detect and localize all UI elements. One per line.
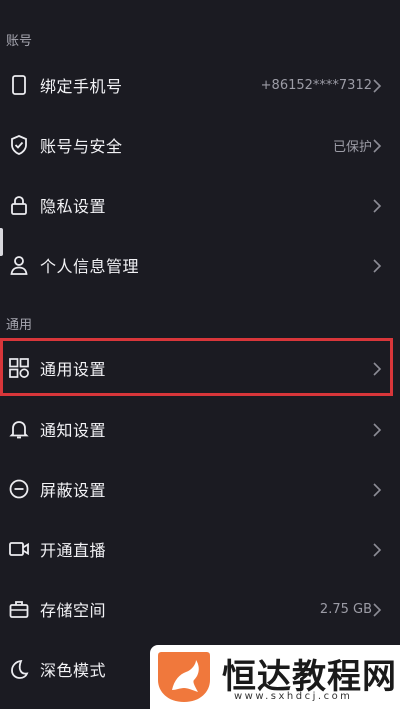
block-minus-icon xyxy=(8,478,30,500)
chevron-right-icon xyxy=(372,138,382,153)
phone-icon xyxy=(8,74,30,96)
row-label: 存储空间 xyxy=(40,601,107,620)
bell-icon xyxy=(8,418,30,440)
briefcase-icon xyxy=(8,598,30,620)
row-bind-phone[interactable]: 绑定手机号 +86152****7312 xyxy=(0,55,400,115)
row-label: 隐私设置 xyxy=(40,197,107,216)
brand-logo-icon xyxy=(156,650,212,704)
apps-grid-icon xyxy=(8,357,30,379)
video-camera-icon xyxy=(8,538,30,560)
lock-icon xyxy=(8,194,30,216)
row-personal-info[interactable]: 个人信息管理 xyxy=(0,235,400,295)
row-storage[interactable]: 存储空间 2.75 GB xyxy=(0,579,400,639)
row-account-security[interactable]: 账号与安全 已保护 xyxy=(0,115,400,175)
row-label: 绑定手机号 xyxy=(40,77,123,96)
storage-size-value: 2.75 GB xyxy=(319,601,372,617)
phone-number-value: +86152****7312 xyxy=(260,77,372,93)
row-label: 深色模式 xyxy=(40,661,107,680)
chevron-right-icon xyxy=(372,482,382,497)
row-general-settings[interactable]: 通用设置 xyxy=(0,338,400,398)
chevron-right-icon xyxy=(372,542,382,557)
row-label: 账号与安全 xyxy=(40,137,123,156)
moon-icon xyxy=(8,658,30,680)
chevron-right-icon xyxy=(372,198,382,213)
security-status-value: 已保护 xyxy=(332,139,372,155)
row-label: 个人信息管理 xyxy=(40,257,140,276)
row-live-stream[interactable]: 开通直播 xyxy=(0,519,400,579)
watermark-url: www.sxhdcj.com xyxy=(234,691,353,702)
chevron-right-icon xyxy=(372,361,382,376)
watermark-badge: 恒达教程网 www.sxhdcj.com xyxy=(150,645,400,709)
row-block-settings[interactable]: 屏蔽设置 xyxy=(0,459,400,519)
chevron-right-icon xyxy=(372,78,382,93)
shield-check-icon xyxy=(8,134,30,156)
row-label: 通用设置 xyxy=(40,360,107,379)
chevron-right-icon xyxy=(372,602,382,617)
row-notifications[interactable]: 通知设置 xyxy=(0,399,400,459)
user-icon xyxy=(8,254,30,276)
chevron-right-icon xyxy=(372,258,382,273)
row-label: 开通直播 xyxy=(40,541,107,560)
chevron-right-icon xyxy=(372,422,382,437)
row-label: 通知设置 xyxy=(40,421,107,440)
section-header-account: 账号 xyxy=(6,34,33,49)
row-privacy[interactable]: 隐私设置 xyxy=(0,175,400,235)
section-header-general: 通用 xyxy=(6,318,33,333)
row-label: 屏蔽设置 xyxy=(40,481,107,500)
